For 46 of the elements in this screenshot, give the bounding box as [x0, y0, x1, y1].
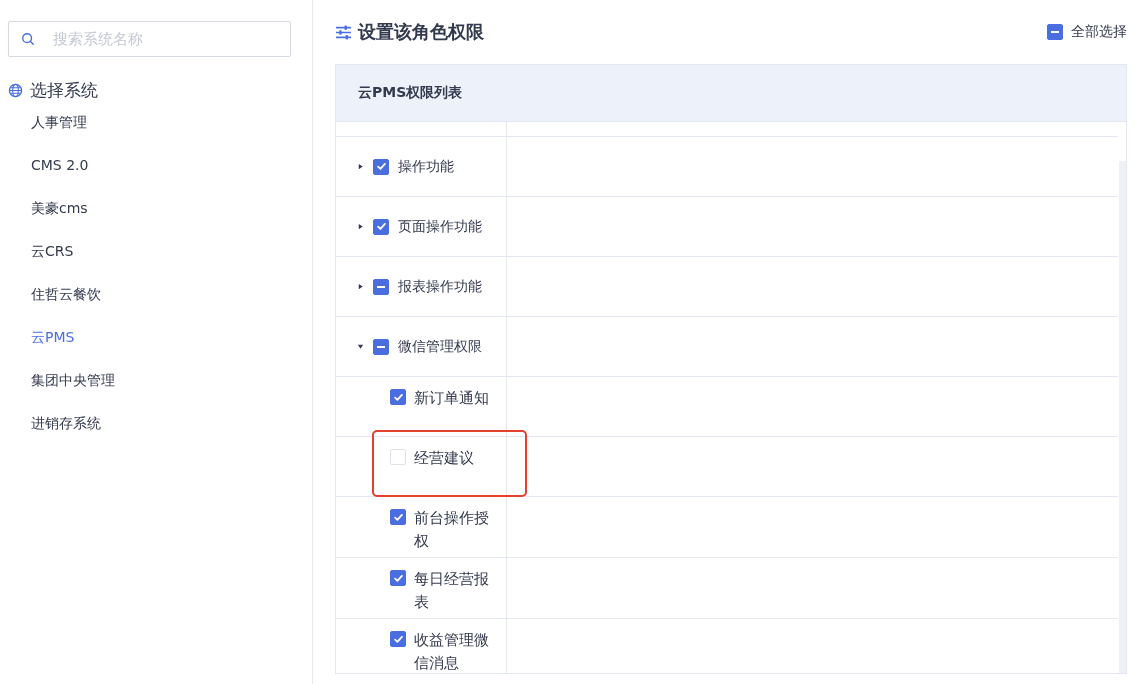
system-item[interactable]: 进销存系统 — [8, 402, 101, 445]
system-item[interactable]: 人事管理 — [8, 101, 87, 144]
caret-icon[interactable] — [357, 343, 364, 350]
checkbox[interactable] — [390, 509, 406, 525]
permission-label: 经营建议 — [414, 448, 474, 469]
caret-icon[interactable] — [357, 223, 364, 230]
system-item[interactable]: 云PMS — [8, 316, 75, 359]
search-field[interactable]: 搜索系统名称 — [8, 21, 291, 57]
system-item[interactable]: 集团中央管理 — [8, 359, 115, 402]
checkbox[interactable] — [390, 570, 406, 586]
checkbox[interactable] — [373, 338, 389, 355]
check-icon — [376, 223, 386, 230]
check-icon — [393, 393, 403, 401]
system-item[interactable]: 美豪cms — [8, 187, 88, 230]
permission-label: 收益管理微信消息 — [414, 630, 490, 673]
check-icon — [393, 635, 403, 643]
permission-label: 前台操作授权 — [414, 508, 490, 552]
permission-label: 新订单通知 — [414, 388, 489, 409]
check-icon — [376, 163, 386, 170]
checkbox[interactable] — [1047, 24, 1063, 40]
permission-label: 微信管理权限 — [398, 337, 482, 356]
check-icon — [393, 513, 403, 521]
checkbox[interactable] — [390, 631, 406, 647]
checkbox[interactable] — [373, 158, 389, 175]
checkbox[interactable] — [373, 218, 389, 235]
system-item[interactable]: 住哲云餐饮 — [8, 273, 101, 316]
check-icon — [393, 574, 403, 582]
permission-label: 操作功能 — [398, 157, 454, 176]
permission-label: 每日经营报表 — [414, 569, 490, 613]
page-title: 设置该角色权限 — [358, 20, 484, 44]
search-icon — [21, 32, 35, 46]
system-item[interactable]: CMS 2.0 — [8, 144, 89, 187]
scrollbar[interactable] — [1119, 161, 1126, 673]
system-item[interactable]: 云CRS — [8, 230, 74, 273]
select-all-label[interactable]: 全部选择 — [1071, 23, 1127, 41]
checkbox[interactable] — [373, 278, 389, 295]
caret-icon[interactable] — [357, 283, 364, 290]
permission-label: 页面操作功能 — [398, 217, 482, 236]
caret-icon[interactable] — [357, 163, 364, 170]
sliders-icon — [335, 23, 352, 41]
permission-label: 报表操作功能 — [398, 277, 482, 296]
section-title: 选择系统 — [30, 78, 98, 102]
globe-icon — [8, 82, 23, 98]
checkbox[interactable] — [390, 389, 406, 405]
table-title: 云PMS权限列表 — [358, 84, 463, 102]
search-input[interactable]: 搜索系统名称 — [51, 29, 255, 49]
